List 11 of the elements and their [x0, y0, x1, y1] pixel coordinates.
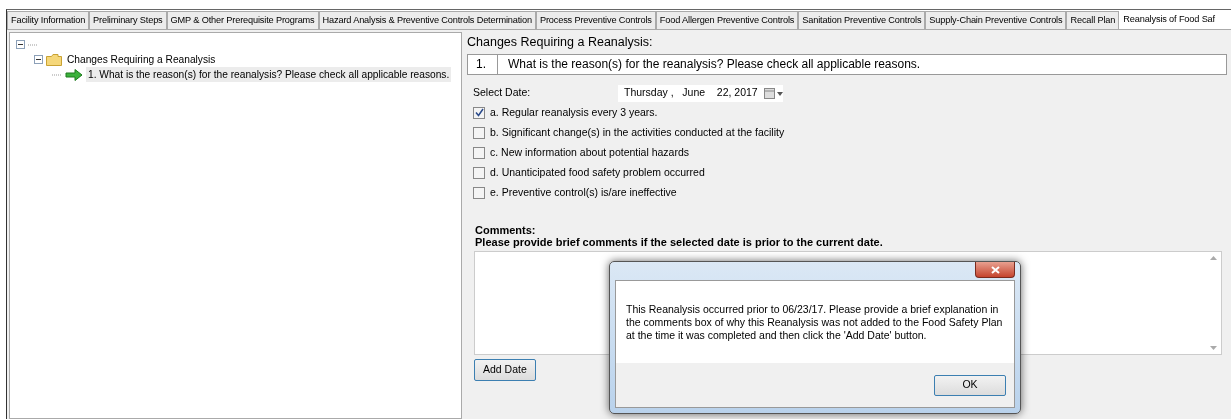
question-number: 1.: [468, 54, 498, 74]
section-title: Changes Requiring a Reanalysis:: [467, 34, 654, 51]
checkbox-label: b. Significant change(s) in the activities conducted at the facility: [490, 124, 785, 140]
checkbox-label: d. Unanticipated food safety problem occurred: [490, 164, 705, 180]
comments-label: Comments:: [475, 223, 537, 236]
comments-hint: Please provide brief comments if the selected date is prior to the current date.: [475, 235, 884, 248]
date-label: Select Date:: [473, 85, 532, 101]
question-text: What is the reason(s) for the reanalysis? Please check all applicable reasons.: [507, 56, 921, 74]
checkbox-label: a. Regular reanalysis every 3 years.: [490, 104, 658, 120]
checkbox-label: c. New information about potential hazards: [490, 144, 690, 160]
checkbox-label: e. Preventive control(s) is/are ineffective: [490, 184, 677, 200]
